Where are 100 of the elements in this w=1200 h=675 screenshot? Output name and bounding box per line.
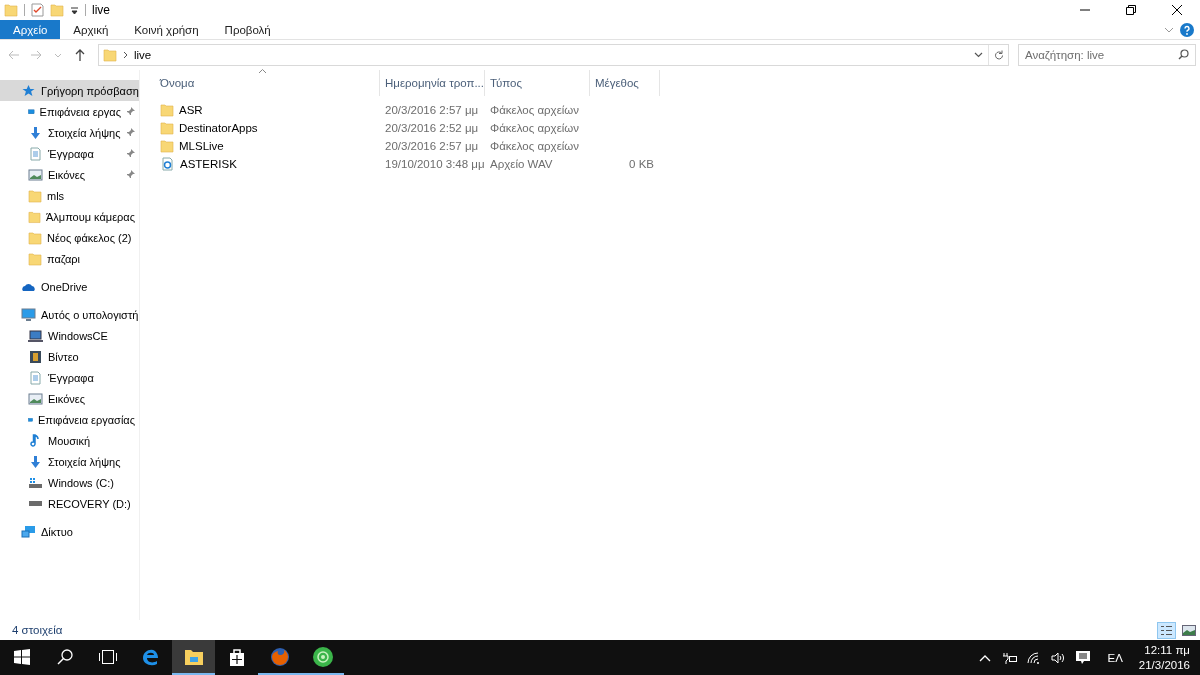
pin-icon[interactable]	[126, 149, 135, 158]
audio-file-icon	[160, 157, 175, 171]
pin-icon[interactable]	[126, 128, 135, 137]
help-icon[interactable]	[1180, 22, 1194, 37]
details-list-icon	[1160, 624, 1173, 636]
sidebar-item[interactable]: Windows (C:)	[0, 472, 139, 493]
size-cell-text: 0 KB	[628, 158, 655, 170]
sidebar-item[interactable]: Άλμπουμ κάμερας	[0, 206, 139, 227]
wifi-icon[interactable]	[1027, 651, 1042, 664]
document-icon	[28, 370, 43, 385]
clock-date[interactable]: 21/3/2016	[1138, 657, 1190, 673]
clock-time[interactable]: 12:11 πμ	[1144, 642, 1190, 658]
task-view-icon	[97, 649, 118, 664]
address-bar[interactable]: live	[98, 44, 1009, 66]
sidebar-item[interactable]: Βίντεο	[0, 346, 139, 367]
file-name-cell[interactable]: MLSLive	[155, 139, 380, 153]
chevron-right-icon	[123, 51, 128, 59]
column-header[interactable]: Μέγεθος	[590, 70, 660, 96]
input-language-indicator[interactable]: ΕΛ	[1101, 651, 1129, 664]
windows-logo-icon	[13, 648, 30, 665]
taskbar-app-button[interactable]	[172, 640, 215, 675]
star-icon	[21, 83, 36, 98]
sidebar-item[interactable]: παζαρι	[0, 248, 139, 269]
close-icon	[1172, 5, 1182, 15]
sidebar-item[interactable]: Γρήγορη πρόσβαση	[0, 80, 139, 101]
folder-icon	[28, 209, 41, 224]
picture-icon	[1181, 624, 1196, 636]
notification-icon[interactable]	[1075, 649, 1092, 666]
date-cell-text: 20/3/2016 2:57 μμ	[384, 140, 480, 152]
sidebar-item[interactable]: OneDrive	[0, 276, 139, 297]
type-cell-text: Αρχείο WAV	[489, 158, 554, 170]
folder-icon	[103, 48, 117, 62]
up-arrow-icon	[75, 49, 85, 61]
chevron-down-icon[interactable]	[1164, 26, 1174, 33]
column-header[interactable]: Ημερομηνία τροπ...	[380, 70, 485, 96]
chevron-down-icon	[54, 52, 62, 58]
speaker-icon[interactable]	[1051, 651, 1066, 664]
folder-icon	[160, 139, 174, 153]
pin-icon[interactable]	[126, 170, 135, 179]
restore-icon	[1126, 5, 1136, 15]
sidebar-item[interactable]: Εικόνες	[0, 388, 139, 409]
folder-icon	[183, 647, 204, 666]
sidebar-item[interactable]: Αυτός ο υπολογιστή	[0, 304, 139, 325]
file-name-cell[interactable]: ASTERISK	[155, 157, 380, 171]
column-header[interactable]: Όνομα	[155, 70, 380, 96]
folder-icon	[4, 3, 18, 17]
file-name-cell[interactable]: ASR	[155, 103, 380, 117]
network-icon	[21, 524, 36, 539]
sidebar-item[interactable]: Στοιχεία λήψης	[0, 122, 139, 143]
sidebar-item[interactable]: mls	[0, 185, 139, 206]
date-cell-text: 20/3/2016 2:52 μμ	[384, 122, 480, 134]
pin-icon[interactable]	[126, 107, 135, 116]
sidebar-item[interactable]: Επιφάνεια εργας	[0, 101, 139, 122]
folder-icon	[160, 103, 174, 117]
down-arrow-icon	[28, 125, 43, 140]
type-cell-text: Φάκελος αρχείων	[489, 140, 581, 152]
ribbon-tab[interactable]: Αρχική	[60, 20, 122, 39]
details-view-button[interactable]	[1157, 621, 1176, 639]
type-cell-text: Φάκελος αρχείων	[489, 122, 581, 134]
shopping-bag-icon	[227, 646, 246, 667]
picture-icon	[28, 391, 43, 406]
ribbon-tab[interactable]: Αρχείο	[0, 20, 61, 39]
target-circle-icon	[311, 645, 334, 668]
ribbon-tab[interactable]: Κοινή χρήση	[121, 20, 212, 39]
sidebar-item[interactable]: Μουσική	[0, 430, 139, 451]
search-icon	[56, 648, 73, 665]
drive-icon	[28, 500, 43, 507]
sidebar-item[interactable]: Στοιχεία λήψης	[0, 451, 139, 472]
folder-icon	[28, 230, 42, 245]
sidebar-item[interactable]: Επιφάνεια εργασίας	[0, 409, 139, 430]
refresh-icon	[993, 49, 1004, 61]
folder-icon	[160, 121, 174, 135]
document-icon	[28, 146, 43, 161]
properties-icon[interactable]	[31, 3, 44, 17]
search-field[interactable]: Αναζήτηση: live	[1018, 44, 1196, 66]
column-header[interactable]: Τύπος	[485, 70, 590, 96]
dropdown-icon[interactable]	[70, 5, 79, 15]
path-segment[interactable]: live	[134, 49, 152, 61]
ribbon-tab[interactable]: Προβολή	[211, 20, 284, 39]
sidebar-item[interactable]: RECOVERY (D:)	[0, 493, 139, 514]
drive-icon	[28, 475, 43, 490]
film-icon	[28, 349, 43, 364]
file-name-cell[interactable]: DestinatorApps	[155, 121, 380, 135]
picture-icon	[28, 167, 43, 182]
sidebar-item[interactable]: WindowsCE	[0, 325, 139, 346]
search-icon[interactable]	[1178, 49, 1189, 60]
sidebar-item[interactable]: Εικόνες	[0, 164, 139, 185]
type-cell-text: Φάκελος αρχείων	[489, 104, 581, 116]
sidebar-item[interactable]: Δίκτυο	[0, 521, 139, 542]
item-count: 4 στοιχεία	[12, 624, 63, 636]
down-arrow-icon	[28, 454, 43, 469]
sort-caret-icon	[258, 68, 267, 74]
computer-icon	[21, 307, 36, 322]
sidebar-item[interactable]: Έγγραφα	[0, 143, 139, 164]
window-title: live	[92, 3, 110, 17]
back-arrow-icon	[8, 50, 20, 60]
battery-plug-icon[interactable]	[1001, 651, 1018, 664]
sidebar-item[interactable]: Έγγραφα	[0, 367, 139, 388]
chevron-up-icon[interactable]	[979, 653, 992, 662]
sidebar-item[interactable]: Νέος φάκελος (2)	[0, 227, 139, 248]
